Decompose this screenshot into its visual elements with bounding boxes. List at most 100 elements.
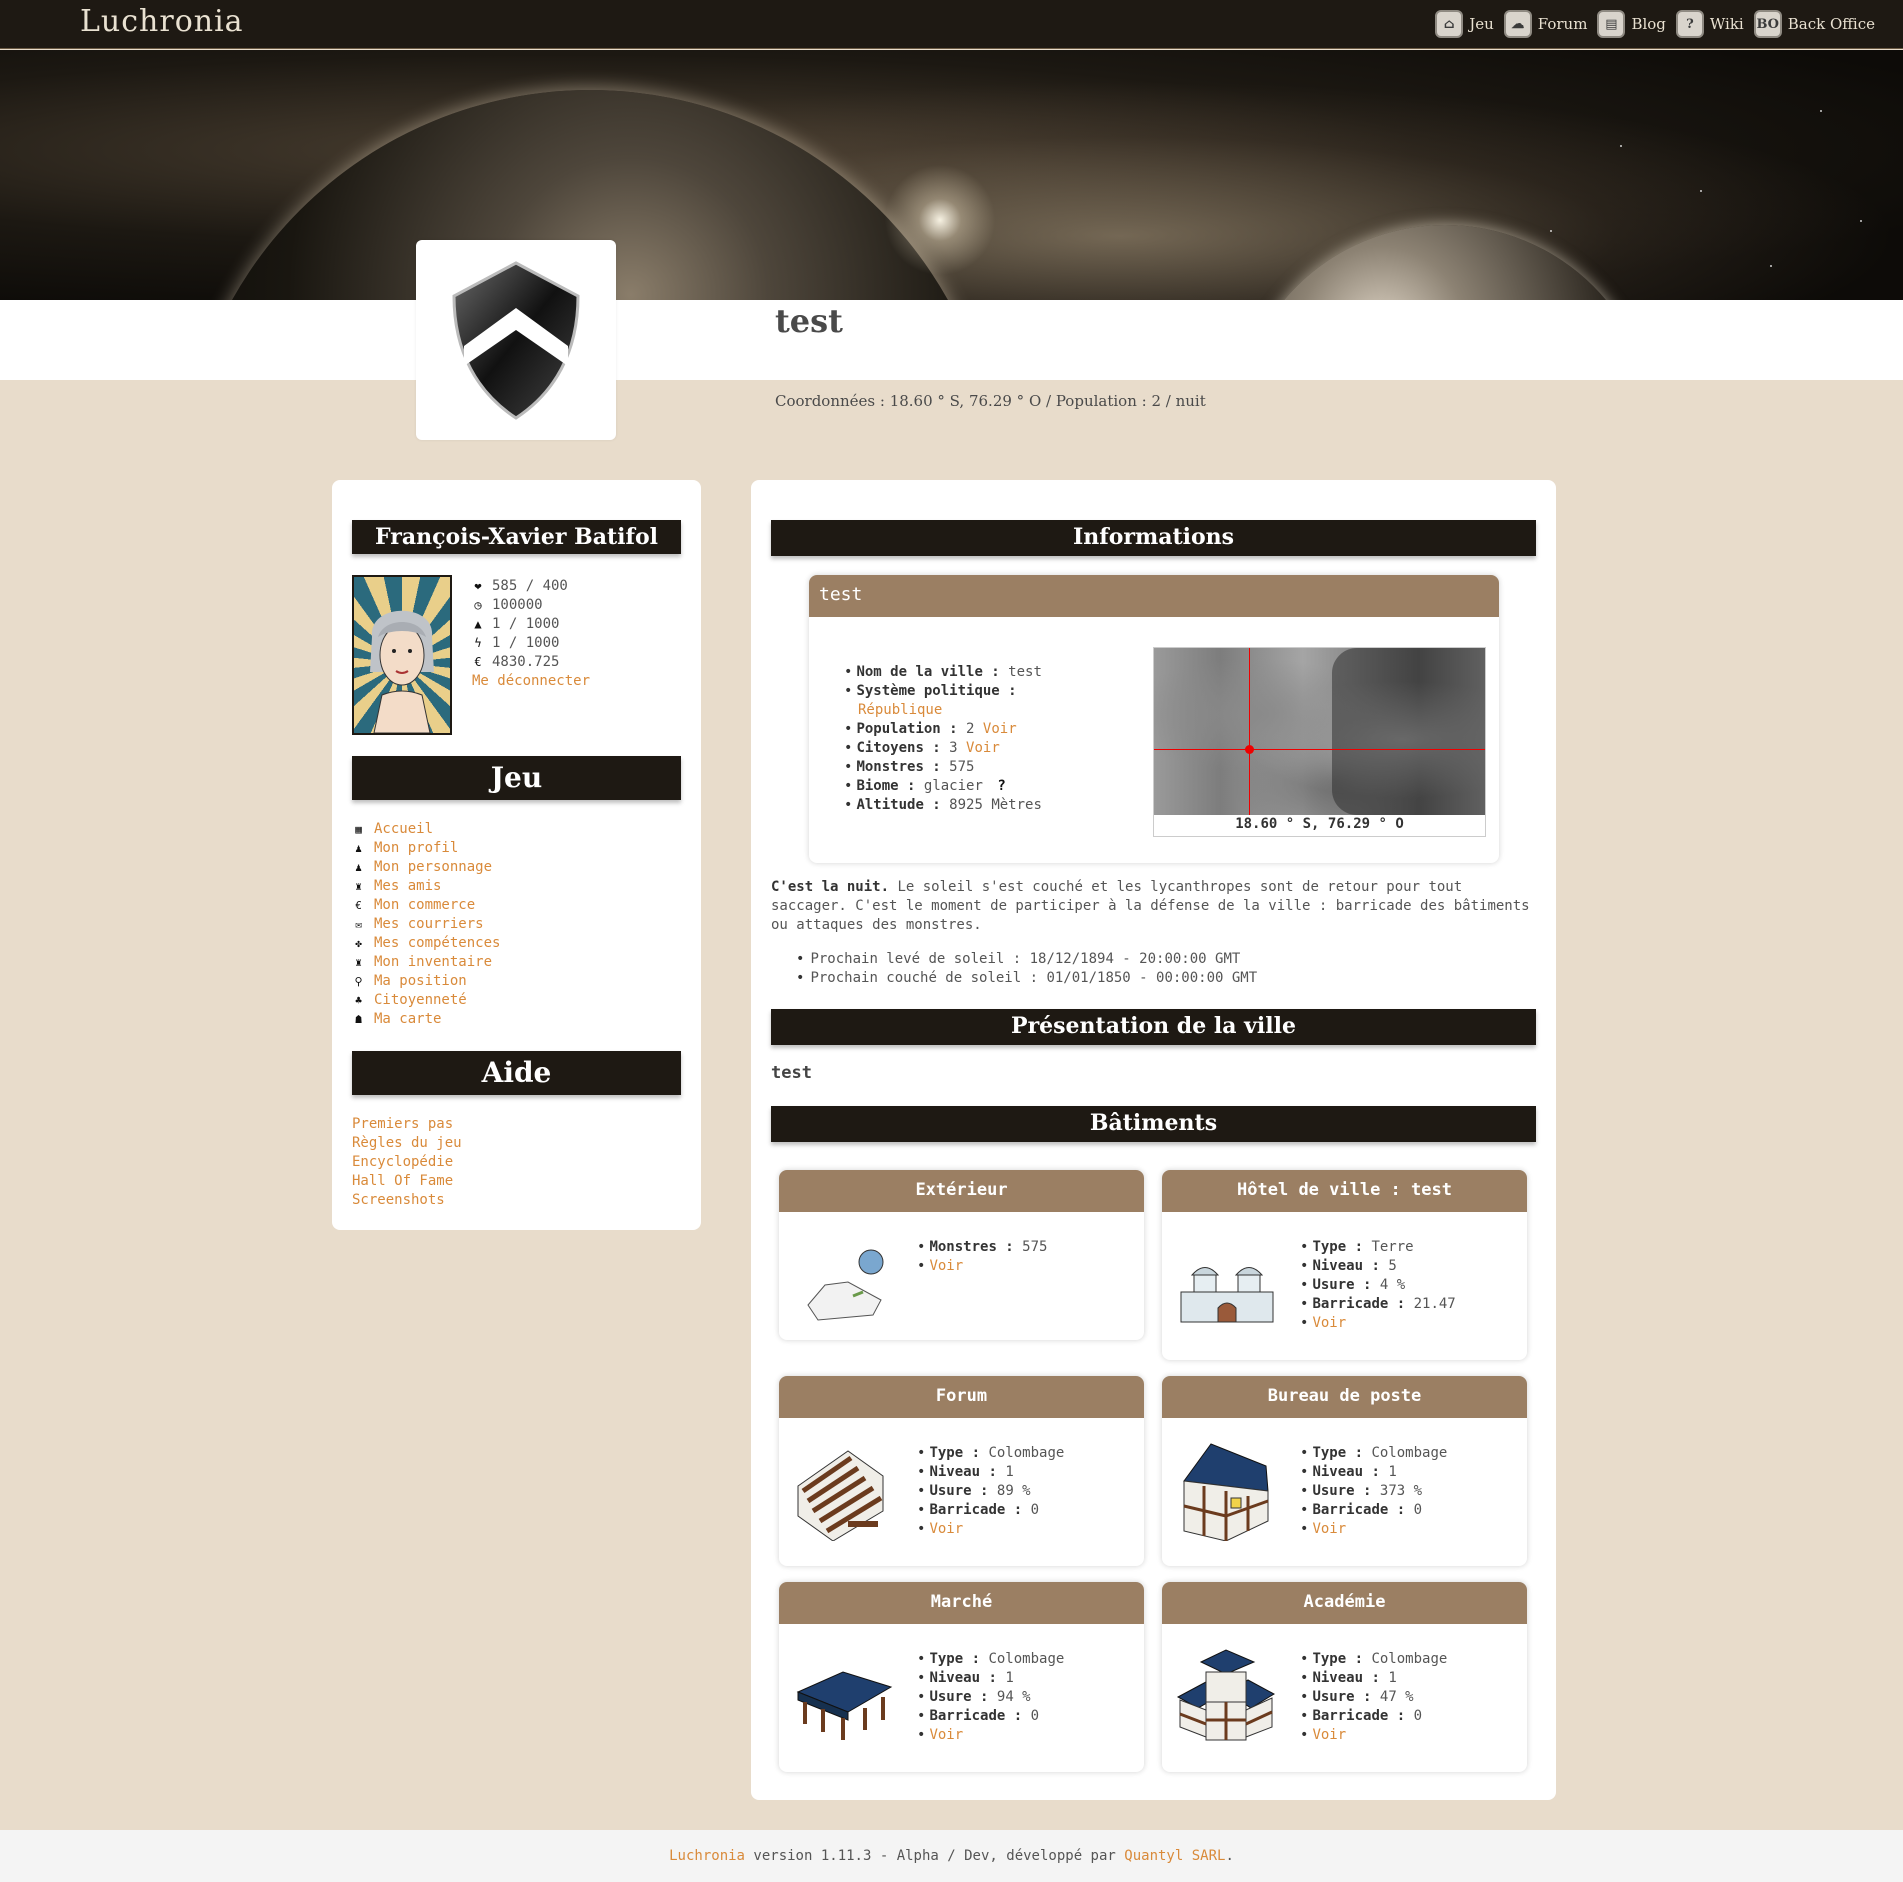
city-summary: Coordonnées : 18.60 ° S, 76.29 ° O / Pop… — [775, 392, 1206, 410]
city-info-list: Nom de la ville : test Système politique… — [844, 663, 1042, 815]
presentation-text: test — [771, 1063, 812, 1083]
building-title: Académie — [1162, 1582, 1527, 1624]
building-card-forum: Forum Type : Colombage Niveau : 1 Usure … — [779, 1376, 1144, 1566]
menu-item-mes-competences[interactable]: ✤ Mes compétences — [352, 934, 500, 953]
stat-time: ◷ 100000 — [472, 596, 590, 615]
menu-item-mes-amis[interactable]: ♜ Mes amis — [352, 877, 500, 896]
footer-brand-link[interactable]: Luchronia — [669, 1848, 745, 1864]
aide-section-title: Aide — [352, 1051, 681, 1095]
sun-schedule: Prochain levé de soleil : 18/12/1894 - 2… — [796, 950, 1257, 988]
menu-item-accueil[interactable]: ▦ Accueil — [352, 820, 500, 839]
building-info: Type : Colombage Niveau : 1 Usure : 373 … — [1300, 1444, 1447, 1539]
forum-icon: ☁ — [1503, 10, 1532, 38]
menu-label[interactable]: Mon commerce — [374, 896, 475, 915]
jeu-menu: ▦ Accueil ♟ Mon profil ♟ Mon personnage … — [352, 820, 500, 1029]
help-icon[interactable]: ? — [997, 778, 1005, 794]
nav-back-office[interactable]: BO Back Office — [1753, 10, 1875, 38]
menu-label[interactable]: Mon personnage — [374, 858, 492, 877]
nav-label: Jeu — [1469, 15, 1494, 33]
exterieur-voir-link[interactable]: Voir — [929, 1258, 963, 1274]
menu-label[interactable]: Mes compétences — [374, 934, 500, 953]
menu-item-ma-carte[interactable]: ☗ Ma carte — [352, 1010, 500, 1029]
menu-label[interactable]: Mes courriers — [374, 915, 484, 934]
hotel-voir-link[interactable]: Voir — [1312, 1315, 1346, 1331]
batiments-title: Bâtiments — [771, 1106, 1536, 1142]
menu-label[interactable]: Mon profil — [374, 839, 458, 858]
city-main-panel: Informations test Nom de la ville : test… — [751, 480, 1556, 1800]
aide-link-encyclopedie[interactable]: Encyclopédie — [352, 1154, 453, 1170]
menu-item-citoyennete[interactable]: ♣ Citoyenneté — [352, 991, 500, 1010]
snow-terrain-icon — [807, 1249, 884, 1321]
stat-money: € 4830.725 — [472, 653, 590, 672]
map-crosshair-horizontal — [1154, 749, 1485, 750]
euro-icon: € — [474, 655, 482, 669]
map-image — [1154, 648, 1485, 815]
user-icon: ♟ — [355, 842, 362, 855]
menu-label[interactable]: Mon inventaire — [374, 953, 492, 972]
clock-icon: ◷ — [474, 598, 482, 612]
city-emblem — [416, 240, 616, 440]
aide-link-hall-of-fame[interactable]: Hall Of Fame — [352, 1173, 453, 1189]
city-card-title: test — [809, 575, 1499, 617]
academy-icon — [1176, 1649, 1276, 1741]
building-info: Type : Colombage Niveau : 1 Usure : 94 %… — [917, 1650, 1064, 1745]
night-description: C'est la nuit. Le soleil s'est couché et… — [771, 879, 1530, 933]
jeu-section-title: Jeu — [352, 756, 681, 800]
character-sidebar: François-Xavier Batifol ❤ 585 / 400 ◷ 10… — [332, 480, 701, 1230]
logout-link[interactable]: Me déconnecter — [472, 673, 590, 689]
menu-label[interactable]: Mes amis — [374, 877, 441, 896]
menu-label[interactable]: Accueil — [374, 820, 433, 839]
nav-jeu[interactable]: ⌂ Jeu — [1435, 10, 1494, 38]
space-banner — [0, 50, 1903, 300]
page-title: test — [775, 302, 843, 340]
city-map[interactable]: 18.60 ° S, 76.29 ° O — [1153, 647, 1486, 837]
stat-value: 585 / 400 — [492, 578, 568, 594]
sunrise-time: Prochain levé de soleil : 18/12/1894 - 2… — [796, 950, 1257, 969]
poste-voir-link[interactable]: Voir — [1312, 1521, 1346, 1537]
menu-label[interactable]: Citoyenneté — [374, 991, 467, 1010]
stat-water: ▲ 1 / 1000 — [472, 615, 590, 634]
friends-icon: ♜ — [355, 880, 362, 893]
skills-icon: ✤ — [355, 937, 362, 950]
back-office-icon: BO — [1753, 10, 1782, 38]
stat-health: ❤ 585 / 400 — [472, 577, 590, 596]
menu-item-mon-profil[interactable]: ♟ Mon profil — [352, 839, 500, 858]
aide-link-premiers-pas[interactable]: Premiers pas — [352, 1116, 453, 1132]
building-info: Type : Terre Niveau : 5 Usure : 4 % Barr… — [1300, 1238, 1455, 1333]
menu-item-mes-courriers[interactable]: ✉ Mes courriers — [352, 915, 500, 934]
forum-building-icon — [797, 1450, 884, 1541]
blog-icon: ▤ — [1597, 10, 1626, 38]
character-icon: ♟ — [355, 861, 362, 874]
aide-link-screenshots[interactable]: Screenshots — [352, 1192, 445, 1208]
menu-item-mon-commerce[interactable]: € Mon commerce — [352, 896, 500, 915]
top-bar: Luchronia ⌂ Jeu ☁ Forum ▤ Blog ? Wiki BO… — [0, 0, 1903, 49]
nav-wiki[interactable]: ? Wiki — [1675, 10, 1744, 38]
citoyens-voir-link[interactable]: Voir — [966, 740, 1000, 756]
stat-value: 100000 — [492, 597, 543, 613]
footer-company-link[interactable]: Quantyl SARL — [1124, 1848, 1225, 1864]
title-strip — [0, 300, 1903, 380]
shield-icon — [452, 260, 580, 420]
nav-label: Back Office — [1787, 15, 1875, 33]
building-card-hotel-de-ville: Hôtel de ville : test Type : Terre Nivea… — [1162, 1170, 1527, 1360]
systeme-link[interactable]: République — [844, 701, 1042, 720]
menu-item-mon-inventaire[interactable]: ♜ Mon inventaire — [352, 953, 500, 972]
nav-blog[interactable]: ▤ Blog — [1597, 10, 1666, 38]
menu-item-mon-personnage[interactable]: ♟ Mon personnage — [352, 858, 500, 877]
forum-voir-link[interactable]: Voir — [929, 1521, 963, 1537]
academie-voir-link[interactable]: Voir — [1312, 1727, 1346, 1743]
calendar-icon: ▦ — [355, 823, 362, 836]
nav-label: Blog — [1631, 15, 1666, 33]
aide-link-regles[interactable]: Règles du jeu — [352, 1135, 462, 1151]
menu-label[interactable]: Ma carte — [374, 1010, 441, 1029]
menu-label[interactable]: Ma position — [374, 972, 467, 991]
menu-item-ma-position[interactable]: ⚲ Ma position — [352, 972, 500, 991]
building-info: Type : Colombage Niveau : 1 Usure : 47 %… — [1300, 1650, 1447, 1745]
character-avatar — [352, 575, 452, 735]
brand-logo[interactable]: Luchronia — [80, 4, 244, 39]
population-voir-link[interactable]: Voir — [983, 721, 1017, 737]
marche-voir-link[interactable]: Voir — [929, 1727, 963, 1743]
map-position-marker — [1245, 745, 1254, 754]
character-stats: ❤ 585 / 400 ◷ 100000 ▲ 1 / 1000 ϟ 1 / 10… — [472, 577, 590, 691]
nav-forum[interactable]: ☁ Forum — [1503, 10, 1587, 38]
